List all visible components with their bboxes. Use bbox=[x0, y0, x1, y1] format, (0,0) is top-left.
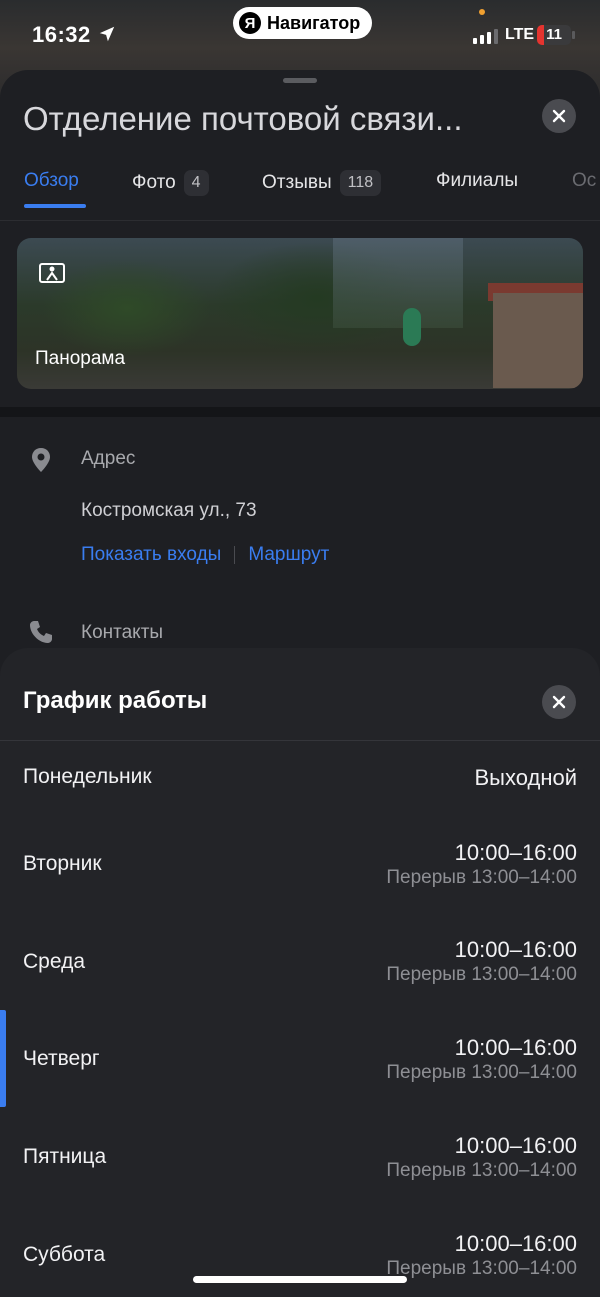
day-break: Перерыв 13:00–14:00 bbox=[386, 1062, 577, 1083]
day-name: Суббота bbox=[23, 1243, 106, 1266]
day-hours: Выходной bbox=[474, 765, 577, 790]
location-pin-icon bbox=[32, 448, 50, 472]
contacts-label: Контакты bbox=[81, 622, 164, 643]
panorama-label: Панорама bbox=[35, 348, 126, 369]
battery-icon: 11 bbox=[537, 25, 571, 45]
back-to-app-button[interactable]: Я Навигатор bbox=[233, 7, 373, 39]
panorama-preview[interactable]: Панорама bbox=[17, 238, 583, 389]
address-actions: Показать входы Маршрут bbox=[81, 544, 329, 566]
active-tab-indicator bbox=[24, 204, 86, 208]
location-arrow-icon bbox=[99, 26, 115, 42]
show-entrances-link[interactable]: Показать входы bbox=[81, 544, 221, 566]
status-bar: 16:32 Я Навигатор LTE 11 bbox=[0, 0, 600, 70]
day-name: Пятница bbox=[23, 1145, 107, 1168]
place-title: Отделение почтовой связи... bbox=[23, 100, 463, 137]
route-link[interactable]: Маршрут bbox=[248, 544, 329, 566]
tab-overview[interactable]: Обзор bbox=[24, 170, 79, 192]
clock: 16:32 bbox=[32, 22, 91, 47]
battery-level: 11 bbox=[546, 26, 562, 43]
close-icon bbox=[552, 109, 566, 123]
day-name: Вторник bbox=[23, 852, 102, 875]
day-break: Перерыв 13:00–14:00 bbox=[386, 964, 577, 985]
network-type: LTE bbox=[505, 26, 535, 43]
today-indicator bbox=[0, 1010, 6, 1107]
schedule-sheet: График работы Понедельник Выходной Вторн… bbox=[0, 648, 600, 1297]
panorama-icon bbox=[39, 263, 65, 283]
sheet-grabber[interactable] bbox=[283, 78, 317, 83]
day-name: Понедельник bbox=[23, 765, 152, 788]
day-break: Перерыв 13:00–14:00 bbox=[386, 1258, 577, 1279]
day-name: Четверг bbox=[23, 1047, 100, 1070]
reviews-count-badge: 118 bbox=[339, 170, 382, 196]
day-break: Перерыв 13:00–14:00 bbox=[386, 1160, 577, 1181]
mic-indicator-icon bbox=[479, 9, 485, 15]
close-place-button[interactable] bbox=[542, 99, 576, 133]
tab-more[interactable]: Ос bbox=[572, 170, 596, 192]
tab-bar: Обзор Фото 4 Отзывы 118 Филиалы Ос bbox=[0, 160, 600, 220]
day-hours: 10:00–16:00 bbox=[454, 937, 577, 962]
address-value[interactable]: Костромская ул., 73 bbox=[81, 500, 257, 522]
schedule-title: График работы bbox=[23, 687, 208, 714]
day-name: Среда bbox=[23, 950, 85, 973]
tab-reviews[interactable]: Отзывы 118 bbox=[262, 170, 382, 196]
tab-photos[interactable]: Фото 4 bbox=[132, 170, 209, 196]
signal-icon bbox=[473, 29, 498, 44]
photos-count-badge: 4 bbox=[183, 170, 209, 196]
day-hours: 10:00–16:00 bbox=[454, 840, 577, 865]
home-indicator[interactable] bbox=[193, 1276, 407, 1283]
close-icon bbox=[552, 695, 566, 709]
address-label: Адрес bbox=[81, 448, 136, 469]
day-hours: 10:00–16:00 bbox=[454, 1231, 577, 1256]
day-hours: 10:00–16:00 bbox=[454, 1035, 577, 1060]
app-name: Навигатор bbox=[267, 12, 361, 33]
day-hours: 10:00–16:00 bbox=[454, 1133, 577, 1158]
yandex-logo-icon: Я bbox=[239, 12, 261, 34]
tab-branches[interactable]: Филиалы bbox=[436, 170, 518, 192]
close-schedule-button[interactable] bbox=[542, 685, 576, 719]
day-break: Перерыв 13:00–14:00 bbox=[386, 867, 577, 888]
phone-icon bbox=[30, 621, 52, 643]
